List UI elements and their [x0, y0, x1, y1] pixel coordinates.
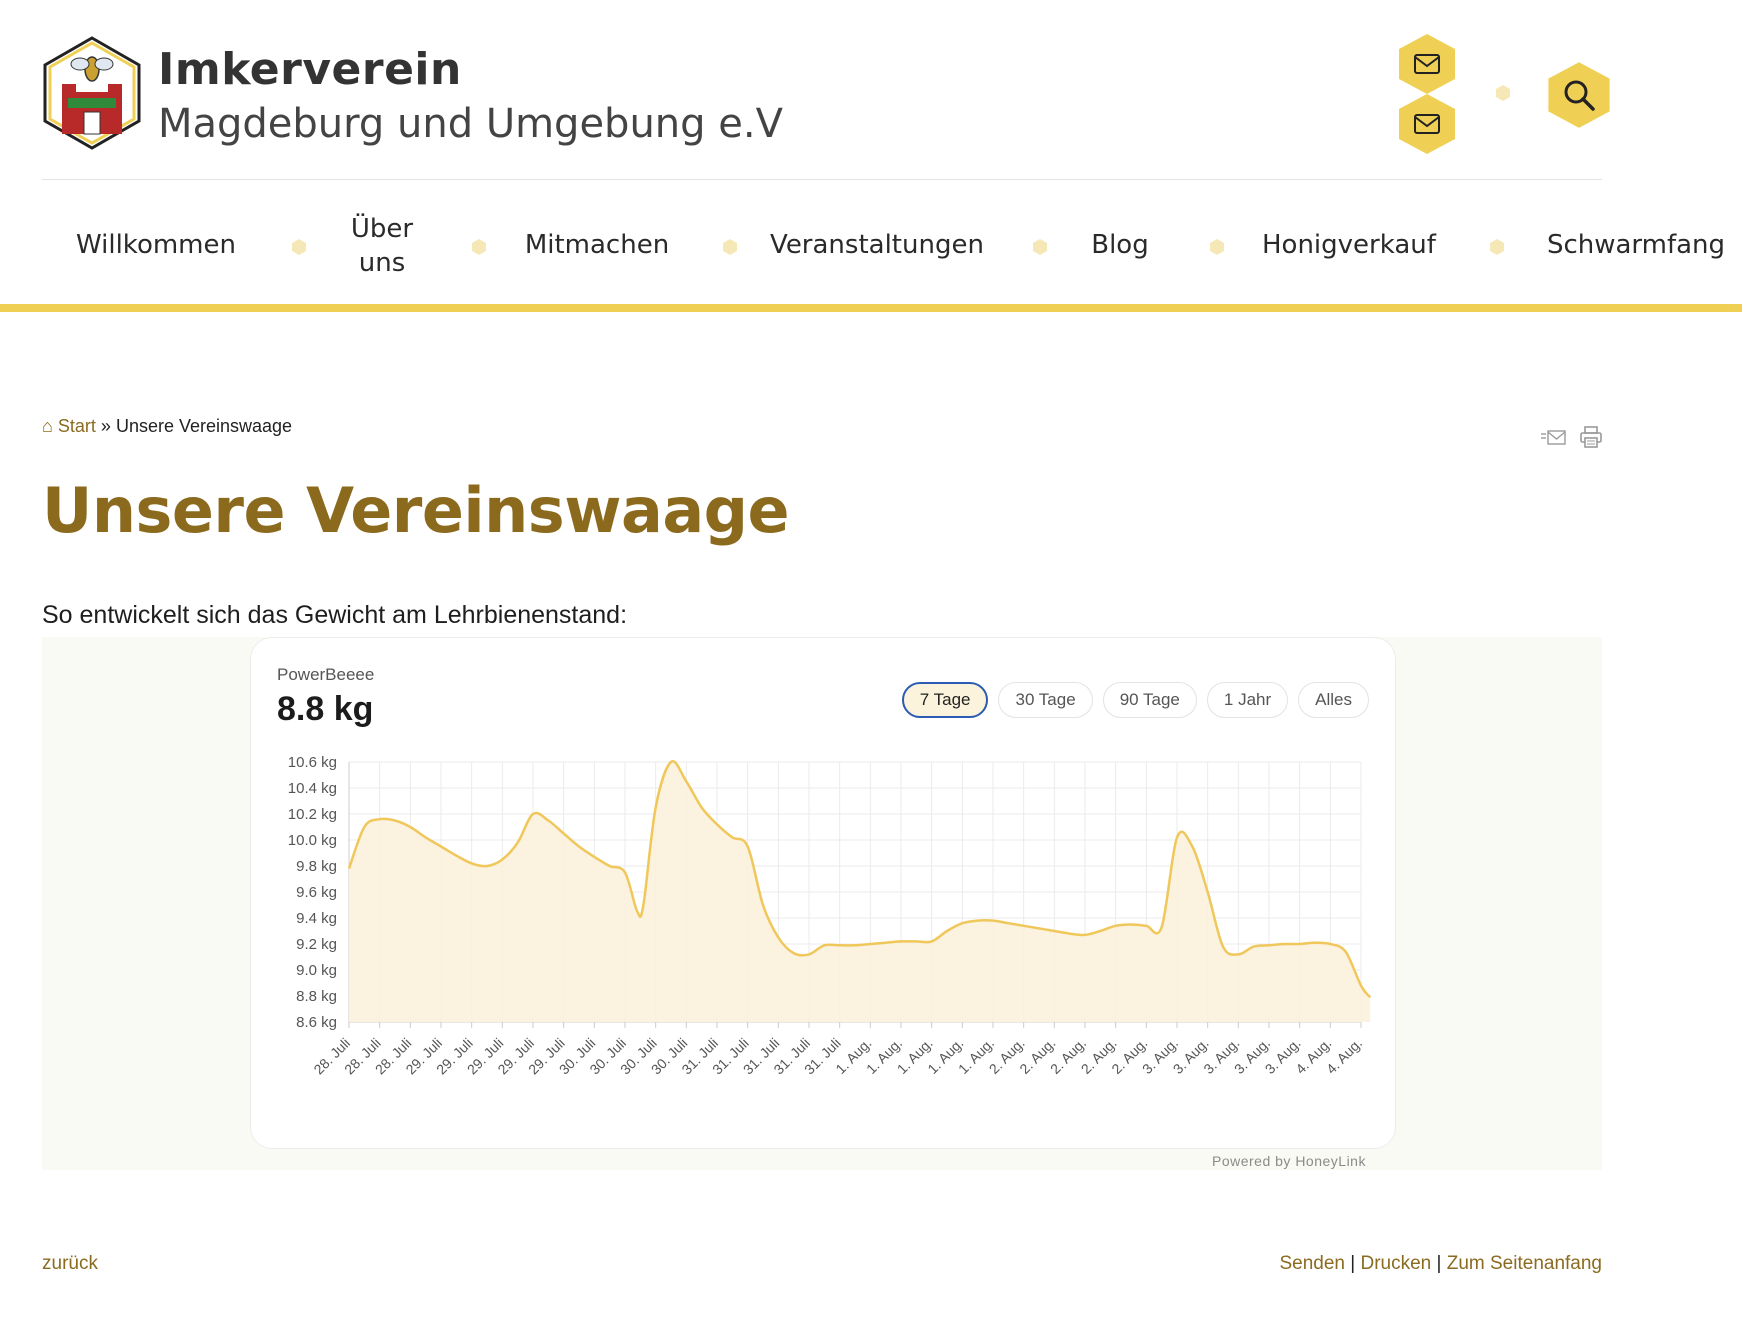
y-tick-label: 10.6 kg: [288, 754, 337, 771]
mail-icon: [1414, 54, 1440, 74]
nav-item-blog[interactable]: Blog: [1080, 228, 1160, 262]
range-selector: 7 Tage 30 Tage 90 Tage 1 Jahr Alles: [901, 682, 1369, 718]
range-button-30-tage[interactable]: 30 Tage: [998, 682, 1093, 718]
hexagon-divider-icon: [723, 239, 737, 255]
site-title-line2: Magdeburg und Umgebung e.V: [158, 101, 783, 147]
current-weight: 8.8 kg: [277, 690, 374, 728]
scale-widget-card: PowerBeeee 8.8 kg 7 Tage 30 Tage 90 Tage…: [250, 637, 1396, 1149]
site-title[interactable]: Imkerverein Magdeburg und Umgebung e.V: [158, 42, 783, 150]
y-tick-label: 8.6 kg: [296, 1014, 337, 1031]
nav-item-ueber-uns[interactable]: Über uns: [338, 212, 426, 280]
hexagon-divider-icon: [1210, 239, 1224, 255]
breadcrumb-separator: »: [100, 416, 111, 436]
y-tick-label: 10.0 kg: [288, 832, 337, 849]
send-mail-icon[interactable]: [1541, 428, 1567, 448]
powered-by: Powered by HoneyLink: [1212, 1153, 1366, 1169]
page-title: Unsere Vereinswaage: [42, 474, 790, 547]
footer-separator: |: [1350, 1253, 1356, 1274]
site-header: Imkerverein Magdeburg und Umgebung e.V: [42, 34, 1610, 180]
range-button-7-tage[interactable]: 7 Tage: [901, 682, 989, 718]
nav-item-schwarmfang[interactable]: Schwarmfang: [1540, 228, 1732, 262]
range-button-90-tage[interactable]: 90 Tage: [1102, 682, 1197, 718]
intro-text: So entwickelt sich das Gewicht am Lehrbi…: [42, 601, 628, 629]
hexagon-divider-icon: [472, 239, 486, 255]
nav-item-willkommen[interactable]: Willkommen: [70, 228, 242, 262]
hexagon-divider-icon: [1496, 85, 1510, 101]
back-link[interactable]: zurück: [42, 1253, 98, 1274]
search-button[interactable]: [1544, 60, 1614, 130]
range-button-alles[interactable]: Alles: [1298, 682, 1369, 718]
breadcrumb: ⌂ Start » Unsere Vereinswaage: [42, 416, 292, 437]
y-tick-label: 10.4 kg: [288, 780, 337, 797]
y-tick-label: 8.8 kg: [296, 988, 337, 1005]
breadcrumb-home-link[interactable]: ⌂ Start: [42, 416, 96, 436]
range-button-1-jahr[interactable]: 1 Jahr: [1206, 682, 1289, 718]
mail-icon: [1414, 114, 1440, 134]
y-tick-label: 9.2 kg: [296, 936, 337, 953]
y-tick-label: 9.4 kg: [296, 910, 337, 927]
breadcrumb-home-label: Start: [57, 416, 96, 436]
breadcrumb-current: Unsere Vereinswaage: [115, 416, 293, 436]
weight-chart[interactable]: 10.6 kg 10.4 kg 10.2 kg 10.0 kg 9.8 kg 9.6 kg…: [251, 738, 1395, 1138]
device-name: PowerBeeee: [277, 665, 375, 684]
print-icon[interactable]: [1580, 426, 1602, 448]
y-tick-label: 10.2 kg: [288, 806, 337, 823]
nav-accent-bar: [0, 304, 1742, 312]
back-to-top-link[interactable]: Zum Seitenanfang: [1447, 1253, 1602, 1274]
y-tick-label: 9.8 kg: [296, 858, 337, 875]
send-link[interactable]: Senden: [1279, 1253, 1345, 1274]
footer-back: zurück: [42, 1253, 98, 1275]
nav-item-honigverkauf[interactable]: Honigverkauf: [1262, 228, 1436, 262]
print-link[interactable]: Drucken: [1360, 1253, 1431, 1274]
site-title-line1: Imkerverein: [158, 44, 462, 95]
hexagon-divider-icon: [1033, 239, 1047, 255]
hexagon-divider-icon: [1490, 239, 1504, 255]
home-icon: ⌂: [42, 416, 53, 436]
nav-item-veranstaltungen[interactable]: Veranstaltungen: [770, 228, 984, 262]
club-logo[interactable]: [42, 36, 142, 150]
newsletter-mail-button[interactable]: [1395, 92, 1459, 156]
contact-mail-button[interactable]: [1395, 32, 1459, 96]
search-icon: [1564, 80, 1595, 111]
y-tick-label: 9.6 kg: [296, 884, 337, 901]
footer-links: Senden | Drucken | Zum Seitenanfang: [1279, 1253, 1602, 1275]
hexagon-divider-icon: [292, 239, 306, 255]
footer-separator: |: [1436, 1253, 1442, 1274]
y-tick-label: 9.0 kg: [296, 962, 337, 979]
nav-item-mitmachen[interactable]: Mitmachen: [522, 228, 672, 262]
